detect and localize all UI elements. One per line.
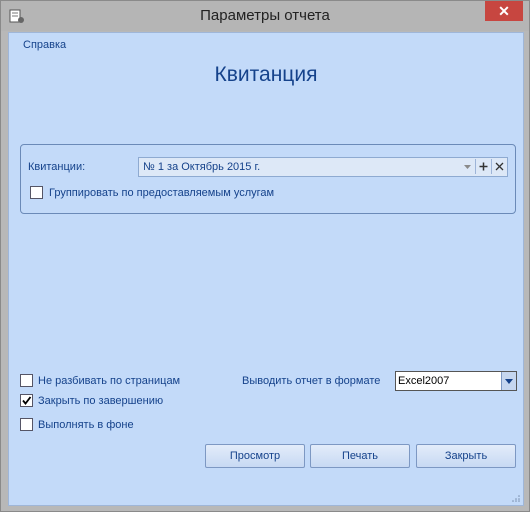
close-icon: ✕ [498,3,510,19]
close-on-finish-label: Закрыть по завершению [38,395,164,407]
dialog-body: Справка Квитанция Квитанции: № 1 за Октя… [8,32,524,506]
receipt-combo-value: № 1 за Октябрь 2015 г. [143,161,261,173]
chevron-down-icon[interactable] [460,159,475,174]
receipt-combo[interactable]: № 1 за Октябрь 2015 г. [138,157,508,177]
plus-icon[interactable] [475,159,491,174]
x-icon[interactable] [491,159,507,174]
checkmark-icon [22,396,32,405]
format-label: Выводить отчет в формате [242,375,381,387]
no-page-split-checkbox[interactable] [20,374,33,387]
close-button[interactable]: Закрыть [416,444,516,468]
chevron-down-icon[interactable] [501,372,516,390]
resize-grip[interactable] [512,494,520,502]
run-in-background-label: Выполнять в фоне [38,419,134,431]
menu-help[interactable]: Справка [23,39,66,51]
window-close-button[interactable]: ✕ [485,1,523,21]
report-settings-window: Параметры отчета ✕ Справка Квитанция Кви… [0,0,530,512]
format-value: Excel2007 [398,375,450,387]
print-button[interactable]: Печать [310,444,410,468]
run-in-background-checkbox[interactable] [20,418,33,431]
group-by-services-label: Группировать по предоставляемым услугам [49,187,275,199]
window-title: Параметры отчета [200,7,330,24]
group-by-services-checkbox[interactable] [30,186,43,199]
preview-button[interactable]: Просмотр [205,444,305,468]
no-page-split-label: Не разбивать по страницам [38,375,181,387]
receipt-group: Квитанции: № 1 за Октябрь 2015 г. Группи… [20,144,516,214]
title-bar: Параметры отчета ✕ [1,1,529,31]
report-heading: Квитанция [214,63,318,86]
format-select[interactable]: Excel2007 [395,371,517,391]
receipt-label: Квитанции: [28,161,86,173]
close-on-finish-checkbox[interactable] [20,394,33,407]
